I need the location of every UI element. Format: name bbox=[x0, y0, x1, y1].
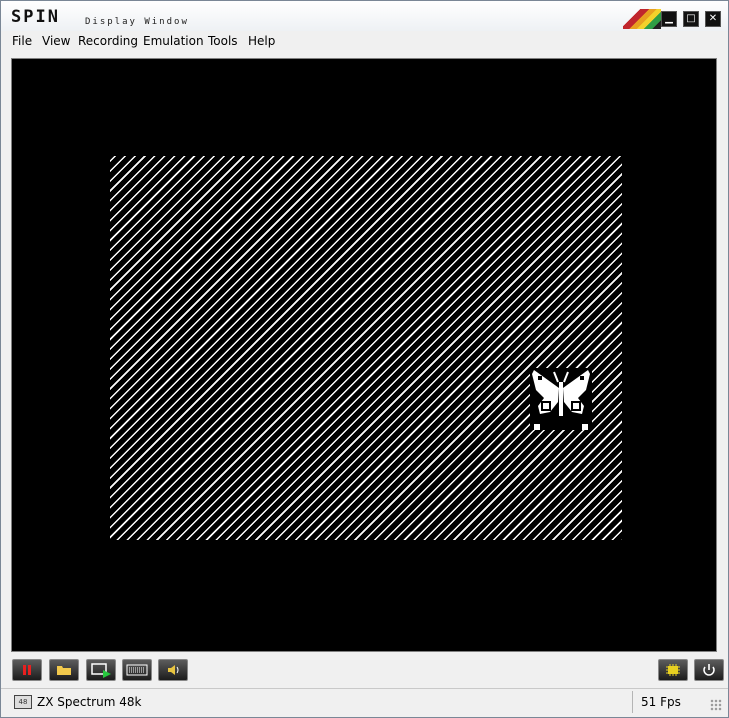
spin-display-window: SPIN Display Window ▁ □ ✕ File View Reco… bbox=[0, 0, 729, 718]
keyboard-button[interactable] bbox=[122, 659, 152, 681]
minimize-icon: ▁ bbox=[665, 13, 673, 24]
brand-stripes-icon bbox=[623, 9, 661, 29]
status-bar: 48 ZX Spectrum 48k 51 Fps bbox=[1, 688, 728, 716]
minimize-button[interactable]: ▁ bbox=[661, 11, 677, 27]
spectrum-screen bbox=[110, 156, 622, 540]
menu-tools[interactable]: Tools bbox=[208, 34, 238, 48]
power-button[interactable] bbox=[694, 659, 724, 681]
fps-readout: 51 Fps bbox=[641, 695, 681, 709]
maximize-icon: □ bbox=[686, 13, 696, 24]
menu-emulation[interactable]: Emulation bbox=[143, 34, 204, 48]
menu-view[interactable]: View bbox=[42, 34, 70, 48]
butterfly-sprite-icon bbox=[530, 368, 592, 430]
app-logo: SPIN bbox=[11, 7, 60, 27]
pause-button[interactable] bbox=[12, 659, 42, 681]
resize-grip-icon[interactable] bbox=[710, 699, 722, 711]
pause-icon bbox=[23, 665, 31, 675]
power-icon bbox=[703, 664, 715, 676]
open-folder-icon bbox=[57, 666, 71, 675]
speaker-icon bbox=[168, 665, 179, 675]
emulator-display[interactable] bbox=[11, 58, 717, 652]
sound-button[interactable] bbox=[158, 659, 188, 681]
tape-button[interactable] bbox=[86, 659, 116, 681]
toolbar bbox=[1, 655, 728, 687]
maximize-button[interactable]: □ bbox=[683, 11, 699, 27]
menu-recording[interactable]: Recording bbox=[78, 34, 138, 48]
close-button[interactable]: ✕ bbox=[705, 11, 721, 27]
open-button[interactable] bbox=[49, 659, 79, 681]
menu-bar: File View Recording Emulation Tools Help bbox=[1, 31, 728, 53]
machine-label: ZX Spectrum 48k bbox=[37, 695, 142, 709]
tape-play-icon bbox=[91, 663, 111, 678]
title-bar[interactable]: SPIN Display Window ▁ □ ✕ bbox=[1, 1, 728, 31]
chip-icon bbox=[666, 664, 680, 676]
status-divider bbox=[632, 691, 633, 713]
keyboard-icon bbox=[126, 664, 148, 676]
hardware-button[interactable] bbox=[658, 659, 688, 681]
close-icon: ✕ bbox=[708, 13, 718, 24]
window-title: Display Window bbox=[85, 17, 189, 27]
menu-help[interactable]: Help bbox=[248, 34, 275, 48]
machine-mode-icon: 48 bbox=[14, 695, 32, 709]
menu-file[interactable]: File bbox=[12, 34, 32, 48]
